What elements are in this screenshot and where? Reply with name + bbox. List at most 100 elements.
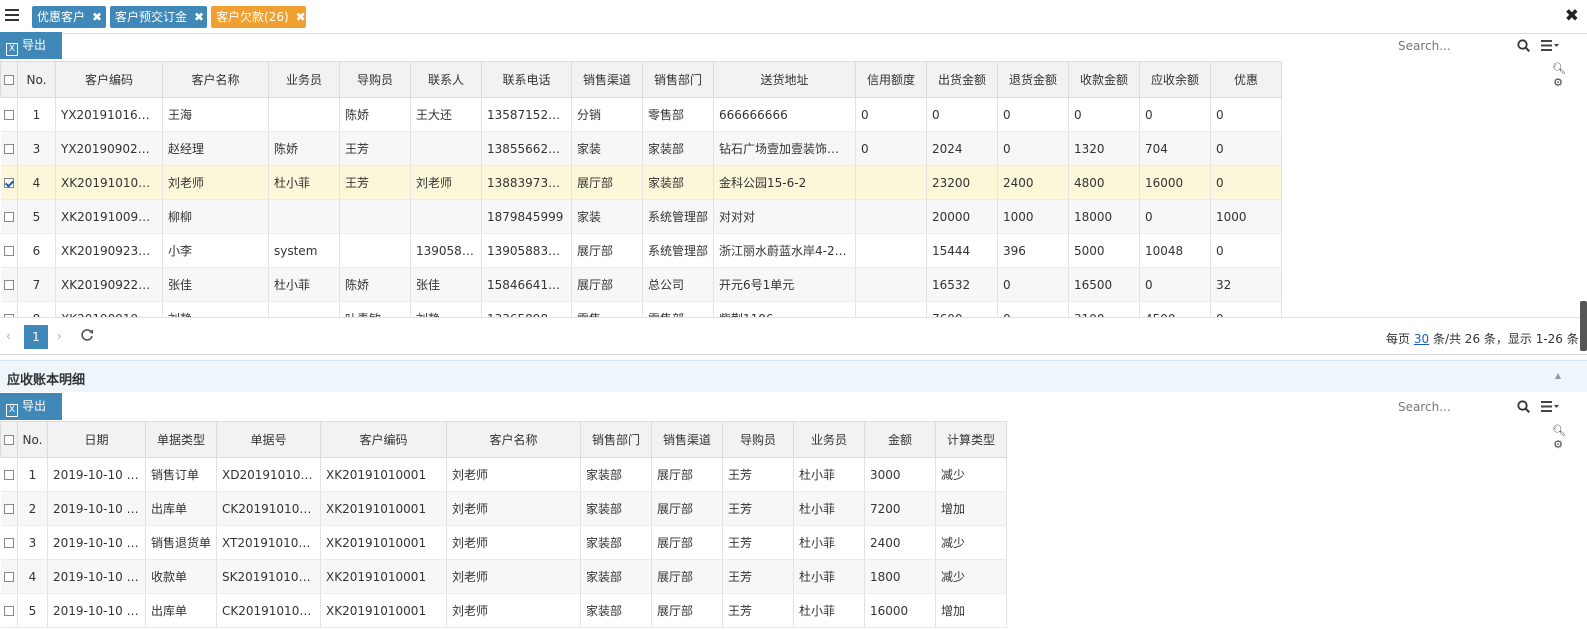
- column-header[interactable]: 优惠: [1210, 61, 1282, 98]
- row-checkbox[interactable]: [0, 525, 18, 560]
- column-header[interactable]: 日期: [47, 421, 146, 458]
- column-header[interactable]: No.: [17, 421, 48, 458]
- column-header[interactable]: 销售部门: [580, 421, 652, 458]
- table-cell: 家装部: [580, 525, 652, 560]
- search-icon[interactable]: 🔍︎: [1552, 424, 1566, 438]
- page-button-current[interactable]: 1: [24, 325, 48, 349]
- search-input[interactable]: [1398, 399, 1508, 415]
- table-cell: 396: [997, 233, 1069, 268]
- row-checkbox[interactable]: [0, 267, 18, 302]
- table-row[interactable]: 7 XK20190922001 张佳 杜小菲 陈娇 张佳 15846641978 展厅部 总公司…: [0, 267, 1282, 302]
- export-button[interactable]: X 导出: [0, 393, 62, 420]
- close-icon[interactable]: ✖: [194, 10, 204, 24]
- pager-suffix: 条/共 26 条，显示 1-26 条: [1432, 332, 1579, 346]
- table-row[interactable]: 5 2019-10-10 0... 出库单 CK20191010003 XK201910…: [0, 593, 1007, 628]
- table-row[interactable]: 5 XK20191009001 柳柳 1879845999 家装 系统管理部 对对对 2000…: [0, 199, 1282, 234]
- column-header[interactable]: 单据类型: [145, 421, 217, 458]
- collapse-icon[interactable]: ▲: [1555, 371, 1561, 380]
- gear-icon[interactable]: ⚙: [1552, 438, 1564, 452]
- row-checkbox[interactable]: [0, 131, 18, 166]
- column-header[interactable]: 销售渠道: [571, 61, 643, 98]
- row-checkbox[interactable]: [0, 233, 18, 268]
- table-cell: 5000: [1068, 233, 1140, 268]
- table-cell: 13905883849: [481, 233, 572, 268]
- table-row[interactable]: 3 2019-10-10 0... 销售退货单 XT20191010001 XK2019…: [0, 525, 1007, 560]
- grid-side-tools: 🔍︎ ⚙: [1552, 62, 1566, 90]
- menu-icon[interactable]: [4, 8, 20, 24]
- table-cell: 18000: [1068, 199, 1140, 234]
- column-header[interactable]: 送货地址: [713, 61, 856, 98]
- table-cell: [855, 199, 927, 234]
- row-checkbox[interactable]: [0, 165, 18, 200]
- table-row[interactable]: 4 XK20191010001 刘老师 杜小菲 王芳 刘老师 13883973856 展厅部家…: [0, 165, 1282, 200]
- row-checkbox[interactable]: [0, 491, 18, 526]
- table-row[interactable]: 1 YX20191016001 王海 陈娇 王大还 13587152255 分销 零售部 666…: [0, 97, 1282, 132]
- table-cell: YX20191016001: [55, 97, 163, 132]
- column-header[interactable]: 计算类型: [935, 421, 1007, 458]
- detail-section-header[interactable]: 应收账本明细 ▲: [0, 360, 1587, 392]
- column-header[interactable]: 销售部门: [642, 61, 714, 98]
- table-row[interactable]: 6 XK20190923001 小李 system 1390588... 13905883…: [0, 233, 1282, 268]
- close-icon[interactable]: ✖: [92, 10, 102, 24]
- column-header[interactable]: 客户编码: [320, 421, 447, 458]
- column-header[interactable]: 单据号: [216, 421, 321, 458]
- search-icon[interactable]: [1517, 400, 1530, 413]
- column-header[interactable]: 联系人: [410, 61, 482, 98]
- column-header[interactable]: 信用额度: [855, 61, 927, 98]
- column-header[interactable]: 联系电话: [481, 61, 572, 98]
- row-checkbox[interactable]: [0, 199, 18, 234]
- tab-discount-customers[interactable]: 优惠客户 ✖: [32, 6, 106, 28]
- column-header[interactable]: 收款金额: [1068, 61, 1140, 98]
- search-icon[interactable]: [1517, 39, 1530, 52]
- close-all-icon[interactable]: ✖: [1565, 6, 1579, 26]
- table-row[interactable]: 8XK20190919001刘静叶青敏刘静13365898526零售零售部紫荆1…: [0, 301, 1282, 317]
- next-page-icon[interactable]: ›: [57, 329, 62, 343]
- prev-page-icon[interactable]: ‹: [6, 329, 11, 343]
- table-row[interactable]: 1 2019-10-10 0... 销售订单 XD20191010001 XK20191…: [0, 457, 1007, 492]
- row-number: 7: [17, 267, 56, 302]
- select-all-checkbox[interactable]: [0, 421, 18, 458]
- search-icon[interactable]: 🔍︎: [1552, 62, 1566, 76]
- tab-bar: 优惠客户 ✖ 客户预交订金 ✖ 客户欠款(26) ✖ ✖: [0, 0, 1587, 34]
- close-icon[interactable]: ✖: [296, 10, 306, 24]
- export-button[interactable]: X 导出: [0, 32, 62, 59]
- column-header[interactable]: 退货金额: [997, 61, 1069, 98]
- column-header[interactable]: 销售渠道: [651, 421, 723, 458]
- page-size-link[interactable]: 30: [1414, 332, 1429, 346]
- scrollbar-thumb[interactable]: [1580, 301, 1587, 351]
- column-header[interactable]: No.: [17, 61, 56, 98]
- table-cell: 13883973856: [481, 165, 572, 200]
- row-checkbox[interactable]: [0, 559, 18, 594]
- select-all-checkbox[interactable]: [0, 61, 18, 98]
- row-checkbox[interactable]: [0, 593, 18, 628]
- table-row[interactable]: 3 YX20190902001 赵经理 陈娇 王芳 13855662489 家装 家装部 钻石广…: [0, 131, 1282, 166]
- column-settings-icon[interactable]: [1541, 400, 1559, 413]
- table-cell: 展厅部: [651, 559, 723, 594]
- tab-customer-deposit[interactable]: 客户预交订金 ✖: [110, 6, 207, 28]
- column-header[interactable]: 应收余额: [1139, 61, 1211, 98]
- tab-customer-debt[interactable]: 客户欠款(26) ✖: [211, 6, 306, 28]
- search-input[interactable]: [1398, 38, 1508, 54]
- column-header[interactable]: 金额: [864, 421, 936, 458]
- table-cell: 增加: [935, 491, 1007, 526]
- table-row[interactable]: 4 2019-10-10 0... 收款单 SK20191010001 XK201910…: [0, 559, 1007, 594]
- column-header[interactable]: 导购员: [339, 61, 411, 98]
- table-cell: 3100: [1068, 301, 1140, 317]
- table-cell: 0: [997, 301, 1069, 317]
- column-header[interactable]: 出货金额: [926, 61, 998, 98]
- row-checkbox[interactable]: [0, 301, 18, 317]
- row-checkbox[interactable]: [0, 457, 18, 492]
- gear-icon[interactable]: ⚙: [1552, 76, 1564, 90]
- column-header[interactable]: 导购员: [722, 421, 794, 458]
- refresh-icon[interactable]: [80, 328, 94, 342]
- table-row[interactable]: 2 2019-10-10 0... 出库单 CK20191010001 XK201910…: [0, 491, 1007, 526]
- table-cell: system: [268, 233, 340, 268]
- column-header[interactable]: 业务员: [793, 421, 865, 458]
- column-header[interactable]: 客户编码: [55, 61, 163, 98]
- table-cell: 小李: [162, 233, 269, 268]
- column-header[interactable]: 客户名称: [446, 421, 581, 458]
- column-header[interactable]: 客户名称: [162, 61, 269, 98]
- column-settings-icon[interactable]: [1541, 39, 1559, 52]
- column-header[interactable]: 业务员: [268, 61, 340, 98]
- row-checkbox[interactable]: [0, 97, 18, 132]
